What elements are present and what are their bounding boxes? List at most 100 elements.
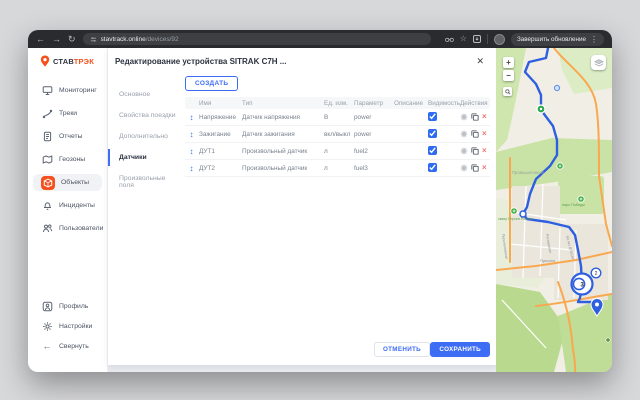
sidebar-item-users[interactable]: Пользователи [33, 220, 102, 237]
sidebar-item-monitoring[interactable]: Мониторинг [33, 82, 102, 99]
sidebar-item-tracks[interactable]: Треки [33, 105, 102, 122]
map-search-button[interactable] [503, 87, 512, 96]
sensor-name: Зажигание [198, 131, 242, 138]
app-root: СТАВТРЭК Мониторинг Треки Отчеты [28, 48, 612, 372]
sensor-unit: вкл/выкл [324, 131, 354, 138]
sensor-param: fuel3 [354, 165, 394, 172]
map-zoom-in-button[interactable]: + [503, 57, 514, 68]
svg-text:сквер Героев России: сквер Героев России [498, 217, 533, 221]
table-row: ↕ Напряжение Датчик напряжения В power × [185, 109, 490, 126]
sidebar-collapse-button[interactable]: ← Свернуть [33, 338, 102, 355]
objects-icon [41, 176, 55, 190]
sensor-name: ДУТ1 [198, 148, 242, 155]
install-app-icon[interactable] [473, 35, 481, 43]
tab-additional[interactable]: Дополнительно [108, 128, 182, 145]
tab-trip-properties[interactable]: Свойства поездки [108, 107, 182, 124]
sidebar-item-label: Свернуть [59, 343, 89, 350]
tab-sensors[interactable]: Датчики [108, 149, 182, 166]
drag-handle-icon[interactable]: ↕ [185, 147, 198, 156]
sensor-unit: л [324, 148, 354, 155]
sensor-unit: В [324, 114, 354, 121]
tab-custom-fields[interactable]: Произвольные поля [108, 170, 182, 194]
sidebar-item-label: Мониторинг [59, 87, 97, 94]
sensor-param: fuel2 [354, 148, 394, 155]
sidebar-item-label: Треки [59, 110, 77, 117]
sensor-settings-icon[interactable] [460, 113, 468, 121]
bookmark-star-icon[interactable]: ☆ [460, 35, 467, 43]
map-layers-button[interactable] [591, 55, 606, 70]
create-button[interactable]: СОЗДАТЬ [185, 76, 238, 91]
svg-text:Промышленный: Промышленный [512, 170, 544, 175]
sidebar-item-label: Настройки [59, 323, 92, 330]
finish-update-label: Завершить обновление [517, 36, 586, 43]
map-zoom-out-button[interactable]: − [503, 70, 514, 81]
visibility-checkbox[interactable] [428, 129, 437, 138]
map-panel[interactable]: Промышленный парк Победы сквер Героев Ро… [496, 48, 612, 372]
visibility-checkbox[interactable] [428, 112, 437, 121]
browser-toolbar: ← → ↻ stavtrack.online/devices/92 ☆ [28, 30, 612, 48]
sidebar-item-geozones[interactable]: Геозоны [33, 151, 102, 168]
sidebar-item-objects[interactable]: Объекты [33, 174, 102, 191]
content-area: Редактирование устройства SITRAK C7H ...… [108, 48, 496, 372]
table-header: Имя Тип Ед. изм. Параметр Описание Видим… [185, 97, 490, 109]
delete-icon[interactable]: × [482, 130, 487, 138]
copy-icon[interactable] [471, 147, 479, 155]
gear-icon [41, 321, 53, 333]
map-canvas[interactable]: Промышленный парк Победы сквер Героев Ро… [496, 48, 612, 372]
profile-avatar[interactable] [494, 34, 505, 45]
modal-title: Редактирование устройства SITRAK C7H ... [115, 57, 286, 66]
back-icon[interactable]: ← [36, 35, 45, 44]
logo-text: СТАВТРЭК [53, 57, 94, 66]
sidebar-item-profile[interactable]: Профиль [33, 298, 102, 315]
layers-icon [594, 58, 604, 68]
close-icon[interactable]: ✕ [476, 56, 484, 67]
tracks-icon [41, 108, 53, 120]
sensor-param: power [354, 114, 394, 121]
transit-stop-icon[interactable] [554, 85, 559, 90]
copy-icon[interactable] [471, 130, 479, 138]
site-info-icon[interactable] [90, 36, 97, 43]
cluster-badge[interactable]: 2 [591, 268, 601, 278]
bell-icon [41, 200, 53, 212]
drag-handle-icon[interactable]: ↕ [185, 113, 198, 122]
sidebar-item-reports[interactable]: Отчеты [33, 128, 102, 145]
cluster-marker[interactable]: 3 [572, 274, 593, 295]
sidebar-item-label: Объекты [61, 179, 89, 186]
copy-icon[interactable] [471, 113, 479, 121]
visibility-checkbox[interactable] [428, 146, 437, 155]
sidebar: СТАВТРЭК Мониторинг Треки Отчеты [28, 48, 108, 372]
save-button[interactable]: СОХРАНИТЬ [430, 342, 490, 357]
delete-icon[interactable]: × [482, 113, 487, 121]
app-logo[interactable]: СТАВТРЭК [28, 55, 107, 67]
sidebar-item-incidents[interactable]: Инциденты [33, 197, 102, 214]
svg-text:Пушкина: Пушкина [540, 259, 555, 263]
sidebar-item-label: Геозоны [59, 156, 85, 163]
cluster-badge-count: 2 [595, 271, 598, 277]
sidebar-item-label: Отчеты [59, 133, 83, 140]
sensor-settings-icon[interactable] [460, 130, 468, 138]
profile-icon [41, 301, 53, 313]
delete-icon[interactable]: × [482, 147, 487, 155]
table-row: ↕ Зажигание Датчик зажигания вкл/выкл po… [185, 126, 490, 143]
copy-icon[interactable] [471, 164, 479, 172]
sidebar-spacer [28, 240, 107, 295]
password-manager-icon[interactable] [445, 36, 454, 43]
search-icon [505, 89, 511, 95]
sensors-table: Имя Тип Ед. изм. Параметр Описание Видим… [185, 97, 490, 177]
route-waypoint-marker[interactable] [520, 211, 526, 217]
reload-icon[interactable]: ↻ [68, 35, 76, 44]
sensor-type: Произвольный датчик [242, 148, 324, 155]
drag-handle-icon[interactable]: ↕ [185, 164, 198, 173]
finish-update-button[interactable]: Завершить обновление ⋮ [511, 33, 604, 46]
visibility-checkbox[interactable] [428, 163, 437, 172]
address-bar[interactable]: stavtrack.online/devices/92 [83, 33, 431, 45]
forward-icon[interactable]: → [52, 35, 61, 44]
browser-menu-icon[interactable]: ⋮ [590, 35, 598, 44]
sidebar-item-settings[interactable]: Настройки [33, 318, 102, 335]
drag-handle-icon[interactable]: ↕ [185, 130, 198, 139]
tab-main[interactable]: Основное [108, 86, 182, 103]
cancel-button[interactable]: ОТМЕНИТЬ [374, 342, 430, 357]
sensor-settings-icon[interactable] [460, 164, 468, 172]
sensor-settings-icon[interactable] [460, 147, 468, 155]
delete-icon[interactable]: × [482, 164, 487, 172]
